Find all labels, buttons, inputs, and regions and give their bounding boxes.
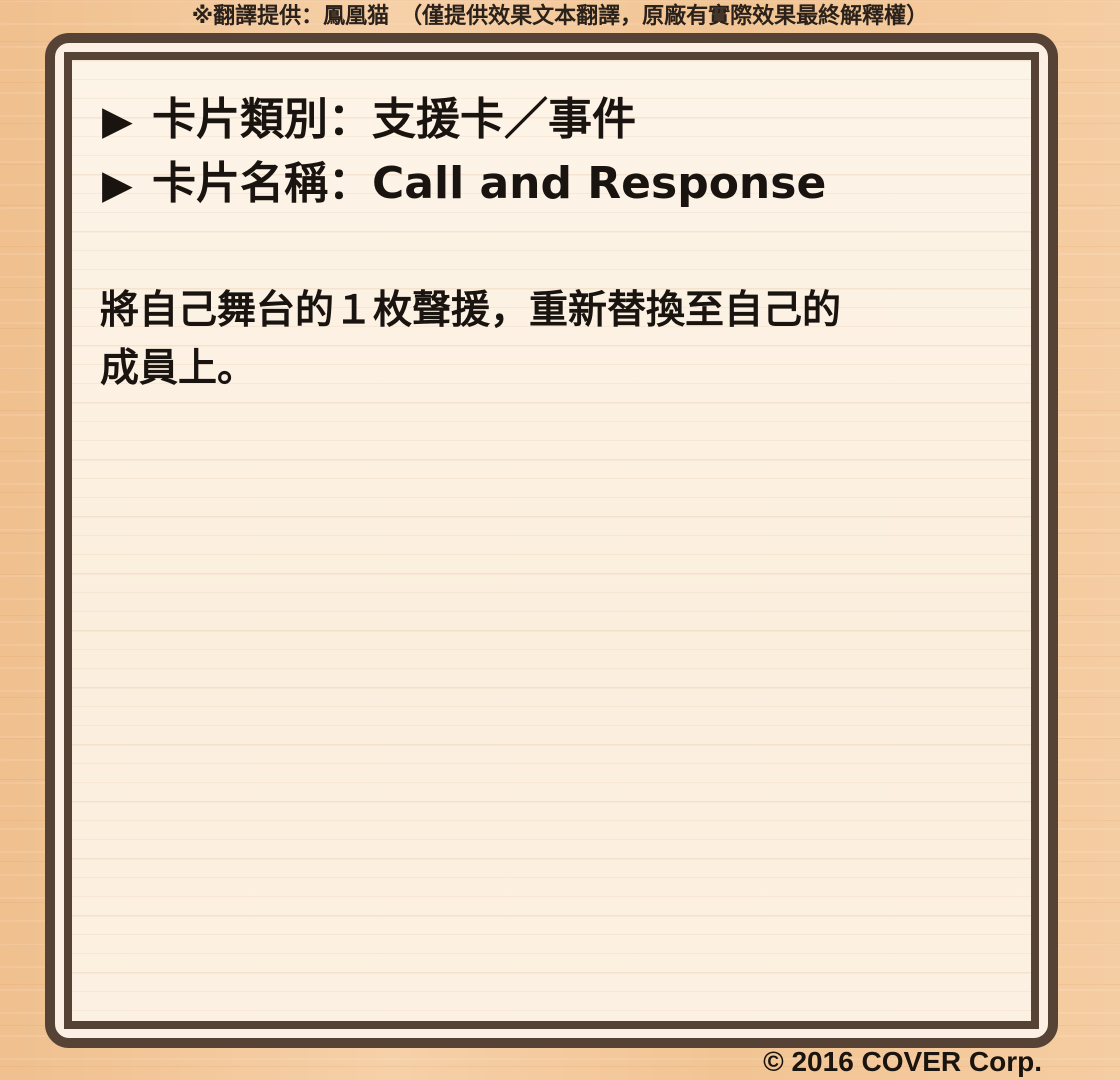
copyright-notice: © 2016 COVER Corp. bbox=[763, 1046, 1042, 1077]
card-panel: ▶ 卡片類別：支援卡／事件 ▶ 卡片名稱：Call and Response 將自己… bbox=[64, 52, 1039, 1029]
bullet-arrow-icon: ▶ bbox=[102, 162, 133, 208]
translator-note: ※翻譯提供：鳳凰猫 （僅提供效果文本翻譯，原廠有實際效果最終解釋權） bbox=[191, 4, 929, 29]
bullet-arrow-icon: ▶ bbox=[102, 98, 133, 144]
card-type-text: 卡片類別：支援卡／事件 bbox=[152, 94, 636, 145]
card-effect-text: 將自己舞台的１枚聲援，重新替換至自己的 成員上。 bbox=[100, 288, 842, 391]
card-type-line: ▶ 卡片類別：支援卡／事件 bbox=[102, 92, 636, 149]
card-frame: ▶ 卡片類別：支援卡／事件 ▶ 卡片名稱：Call and Response 將自己… bbox=[45, 33, 1058, 1048]
card-name-text: 卡片名稱：Call and Response bbox=[152, 158, 827, 209]
card-name-line: ▶ 卡片名稱：Call and Response bbox=[102, 156, 826, 213]
